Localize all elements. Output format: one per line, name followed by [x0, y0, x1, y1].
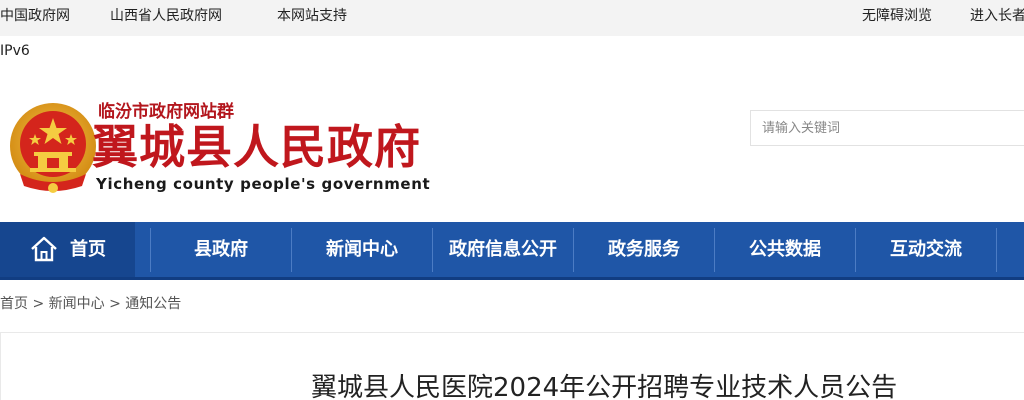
- nav-gov-services[interactable]: 政务服务: [574, 222, 714, 277]
- nav-news-center[interactable]: 新闻中心: [292, 222, 432, 277]
- breadcrumb: 首页 > 新闻中心 > 通知公告: [0, 292, 181, 316]
- site-title[interactable]: 翼城县人民政府: [92, 118, 421, 176]
- link-china-gov[interactable]: 中国政府网: [0, 0, 70, 32]
- breadcrumb-news[interactable]: 新闻中心: [49, 296, 105, 312]
- nav-county-gov[interactable]: 县政府: [151, 222, 291, 277]
- nav-home[interactable]: 首页: [0, 222, 135, 277]
- national-emblem-icon: [8, 100, 98, 196]
- article-title: 翼城县人民医院2024年公开招聘专业技术人员公告: [311, 373, 898, 400]
- main-nav: 首页 县政府 新闻中心 政府信息公开 政务服务 公共数据 互动交流: [0, 222, 1024, 280]
- breadcrumb-separator: >: [109, 296, 121, 312]
- search-input[interactable]: [750, 110, 1024, 146]
- breadcrumb-separator: >: [32, 296, 45, 312]
- ipv6-label: IPv6: [0, 43, 30, 59]
- nav-public-data[interactable]: 公共数据: [715, 222, 855, 277]
- nav-interaction[interactable]: 互动交流: [856, 222, 996, 277]
- link-shanxi-gov[interactable]: 山西省人民政府网: [110, 0, 222, 32]
- accessibility-link[interactable]: 无障碍浏览: [862, 0, 932, 32]
- nav-gov-info[interactable]: 政府信息公开: [433, 222, 573, 277]
- article-container: 翼城县人民医院2024年公开招聘专业技术人员公告: [0, 332, 1024, 400]
- breadcrumb-notice[interactable]: 通知公告: [125, 296, 181, 312]
- nav-home-label: 首页: [70, 239, 106, 260]
- home-icon: [31, 236, 57, 262]
- link-site-support[interactable]: 本网站支持: [277, 0, 347, 32]
- breadcrumb-home[interactable]: 首页: [0, 296, 28, 312]
- nav-divider: [996, 228, 997, 272]
- elder-mode-link[interactable]: 进入长者: [970, 0, 1024, 32]
- top-bar: 中国政府网 山西省人民政府网 本网站支持 无障碍浏览 进入长者: [0, 0, 1024, 36]
- site-title-english: Yicheng county people's government: [96, 175, 431, 193]
